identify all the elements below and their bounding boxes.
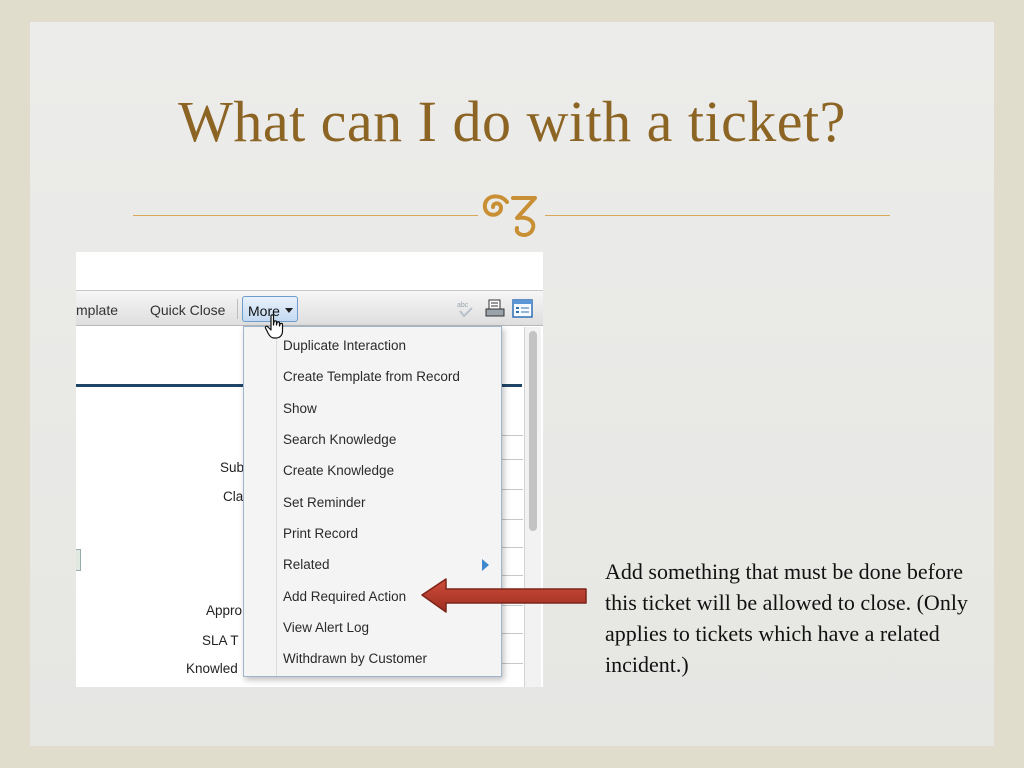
form-field-edges: [501, 427, 523, 687]
menu-item-related[interactable]: Related: [277, 548, 501, 579]
scrollbar-thumb[interactable]: [529, 331, 537, 531]
toolbar: mplate Quick Close More abc: [76, 290, 543, 326]
flourish-ornament-icon: [482, 194, 537, 237]
title-divider-right: [545, 215, 890, 216]
print-icon[interactable]: [484, 299, 506, 319]
more-dropdown-menu: Duplicate Interaction Create Template fr…: [243, 326, 502, 677]
slide-title: What can I do with a ticket?: [178, 89, 846, 154]
title-divider-left: [133, 215, 478, 216]
menu-item-create-template[interactable]: Create Template from Record: [277, 360, 501, 391]
menu-item-duplicate-interaction[interactable]: Duplicate Interaction: [277, 329, 501, 360]
quick-close-button[interactable]: Quick Close: [150, 302, 225, 318]
left-edge-widget[interactable]: [76, 549, 81, 571]
menu-item-set-reminder[interactable]: Set Reminder: [277, 486, 501, 517]
submenu-arrow-icon: [482, 559, 489, 571]
red-pointer-arrow-icon: [421, 578, 587, 613]
spellcheck-icon[interactable]: abc: [456, 299, 476, 319]
form-label-subject: Sub: [220, 460, 245, 475]
slide-note-text: Add something that must be done before t…: [605, 559, 968, 677]
menu-item-print-record[interactable]: Print Record: [277, 517, 501, 548]
menu-item-create-knowledge[interactable]: Create Knowledge: [277, 454, 501, 485]
form-label-sla: SLA T: [202, 633, 239, 648]
form-label-class: Cla: [223, 489, 244, 504]
menu-item-search-knowledge[interactable]: Search Knowledge: [277, 423, 501, 454]
form-label-knowledge: Knowled: [186, 661, 238, 676]
template-button[interactable]: mplate: [76, 302, 118, 318]
caret-down-icon: [285, 308, 293, 313]
form-label-approval: Appro: [206, 603, 243, 618]
ticket-screenshot: mplate Quick Close More abc Sub Cla Appr…: [76, 252, 543, 687]
form-scrollbar[interactable]: [524, 327, 541, 687]
menu-item-withdrawn-by-customer[interactable]: Withdrawn by Customer: [277, 642, 501, 673]
menu-item-related-label: Related: [283, 557, 330, 572]
list-view-icon[interactable]: [512, 299, 534, 319]
hand-cursor-icon: [264, 314, 284, 339]
menu-item-show[interactable]: Show: [277, 392, 501, 423]
svg-text:abc: abc: [457, 302, 469, 309]
toolbar-separator: [237, 299, 238, 319]
